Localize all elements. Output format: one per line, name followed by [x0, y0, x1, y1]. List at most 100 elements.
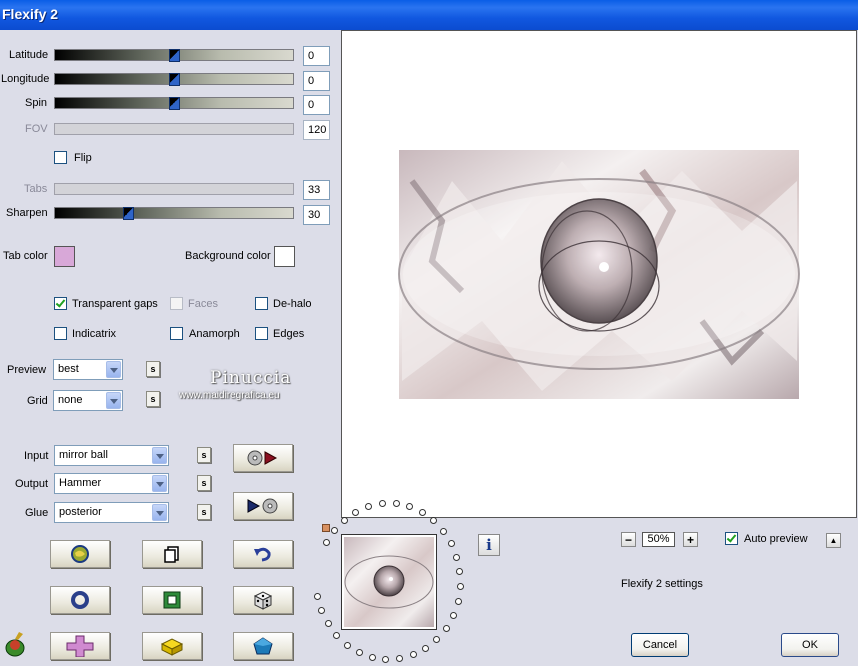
dice-button[interactable] [233, 586, 293, 614]
play-output-button[interactable] [233, 492, 293, 520]
dial-dot[interactable] [433, 635, 441, 643]
brick-icon [160, 638, 184, 656]
latitude-input[interactable]: 0 [303, 46, 330, 66]
random-button[interactable] [50, 540, 110, 568]
ring-icon [71, 591, 89, 609]
info-button[interactable]: i [478, 534, 500, 556]
dial-dot[interactable] [418, 509, 426, 517]
slider-thumb[interactable] [169, 73, 180, 86]
dial-dot[interactable] [409, 651, 417, 659]
grid-s-button[interactable]: s [146, 391, 160, 407]
fov-label: FOV [25, 123, 48, 135]
settings-text: Flexify 2 settings [621, 578, 703, 590]
dial-dot[interactable] [314, 592, 322, 600]
tab-color-label: Tab color [3, 250, 48, 262]
polygon-button[interactable] [233, 632, 293, 660]
zoom-in-button[interactable]: + [683, 532, 698, 547]
zoom-out-button[interactable]: − [621, 532, 636, 547]
background-color-swatch[interactable] [274, 246, 295, 267]
dial-dot[interactable] [440, 527, 448, 535]
output-select[interactable]: Hammer [54, 473, 169, 494]
transparent-gaps-checkbox[interactable] [54, 297, 67, 310]
slider-thumb[interactable] [123, 207, 134, 220]
input-s-button[interactable]: s [197, 447, 211, 463]
slider-thumb[interactable] [169, 97, 180, 110]
preview-mode-select[interactable]: best [53, 359, 123, 380]
dial-dot[interactable] [456, 568, 464, 576]
anamorph-checkbox[interactable] [170, 327, 183, 340]
up-arrow-button[interactable]: ▲ [826, 533, 841, 548]
dial-dot[interactable] [343, 641, 351, 649]
sharpen-input[interactable]: 30 [303, 205, 330, 225]
frame-button[interactable] [142, 586, 202, 614]
play-disc-icon [247, 498, 278, 514]
preview-mode-label: Preview [7, 364, 47, 376]
indicatrix-checkbox[interactable] [54, 327, 67, 340]
dial-dot[interactable] [396, 655, 404, 663]
main-preview-pane[interactable] [341, 30, 857, 518]
dial-dot[interactable] [422, 644, 430, 652]
brick-button[interactable] [142, 632, 202, 660]
auto-preview-checkbox[interactable] [725, 532, 738, 545]
dial-dot[interactable] [453, 553, 461, 561]
spin-slider[interactable] [54, 97, 294, 110]
dial-dot[interactable] [340, 516, 348, 524]
dial-dot[interactable] [368, 654, 376, 661]
latitude-slider[interactable] [54, 49, 294, 62]
grid-value: none [58, 394, 83, 406]
dial-dot[interactable] [392, 500, 400, 508]
faces-checkbox[interactable] [170, 297, 183, 310]
undo-arrow-icon [254, 547, 271, 562]
slider-thumb[interactable] [169, 49, 180, 62]
fov-slider[interactable] [54, 123, 294, 135]
thumbnail-navigator[interactable] [341, 534, 437, 630]
output-s-button[interactable]: s [197, 475, 211, 491]
longitude-input[interactable]: 0 [303, 71, 330, 91]
edges-checkbox[interactable] [255, 327, 268, 340]
disc-play-icon [247, 450, 278, 466]
sharpen-slider[interactable] [54, 207, 294, 220]
de-halo-label: De-halo [273, 298, 312, 310]
grid-select[interactable]: none [53, 390, 123, 411]
flip-checkbox[interactable] [54, 151, 67, 164]
dial-dot[interactable] [333, 632, 341, 640]
output-label: Output [15, 478, 49, 490]
dial-dot[interactable] [442, 624, 450, 632]
dial-dot[interactable] [382, 655, 390, 663]
preview-s-button[interactable]: s [146, 361, 160, 377]
dial-dot[interactable] [322, 539, 330, 546]
tabs-input[interactable]: 33 [303, 180, 330, 200]
dial-dot[interactable] [454, 598, 462, 606]
tabs-slider[interactable] [54, 183, 294, 195]
dial-dot[interactable] [456, 583, 464, 591]
cancel-button[interactable]: Cancel [631, 633, 689, 657]
chevron-down-icon [152, 447, 167, 464]
ring-button[interactable] [50, 586, 110, 614]
play-input-button[interactable] [233, 444, 293, 472]
glue-value: posterior [59, 506, 102, 518]
dial-dot[interactable] [449, 612, 457, 620]
dial-dot[interactable] [324, 620, 332, 628]
glue-s-button[interactable]: s [197, 504, 211, 520]
dial-dot[interactable] [355, 649, 363, 657]
dial-dot[interactable] [378, 500, 386, 508]
glue-select[interactable]: posterior [54, 502, 169, 523]
longitude-slider[interactable] [54, 73, 294, 86]
spin-input[interactable]: 0 [303, 95, 330, 115]
undo-button[interactable] [233, 540, 293, 568]
dial-dot[interactable] [330, 526, 338, 534]
dial-dot[interactable] [430, 517, 438, 525]
cross-button[interactable] [50, 632, 110, 660]
dial-dot[interactable] [318, 607, 326, 615]
pages-icon [164, 546, 179, 563]
input-select[interactable]: mirror ball [54, 445, 169, 466]
dial-dot[interactable] [352, 508, 360, 516]
ok-button[interactable]: OK [781, 633, 839, 657]
copy-button[interactable] [142, 540, 202, 568]
de-halo-checkbox[interactable] [255, 297, 268, 310]
tab-color-swatch[interactable] [54, 246, 75, 267]
input-value: mirror ball [59, 449, 108, 461]
fov-input[interactable]: 120 [303, 120, 330, 140]
dial-handle[interactable] [322, 524, 330, 532]
dial-dot[interactable] [447, 540, 455, 548]
